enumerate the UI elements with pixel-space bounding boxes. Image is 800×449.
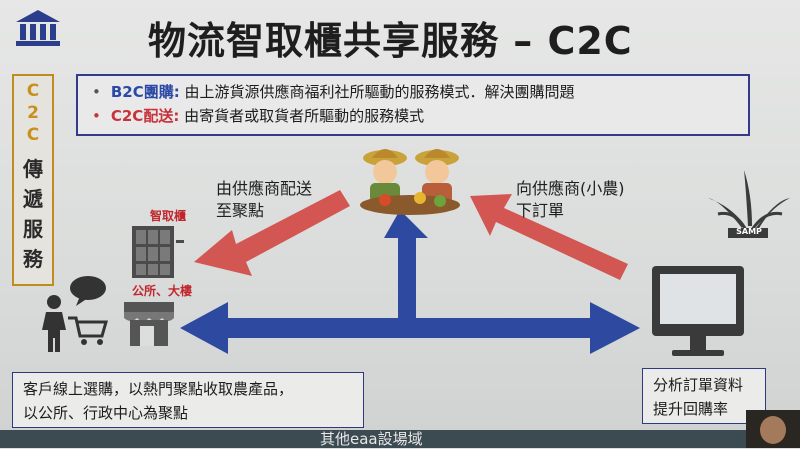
slide: 物流智取櫃共享服務 – C2C • B2C團購: 由上游貨源供應商福利社所驅動的服… xyxy=(0,0,800,448)
customer-description-box: 客戶線上選購，以熱門聚點收取農產品， 以公所、行政中心為聚點 xyxy=(12,372,364,428)
locker-icon xyxy=(132,226,184,278)
order-supplier-text: 向供應商(小農) 下訂單 xyxy=(516,179,625,220)
farmers-icon xyxy=(360,149,460,215)
supplier-delivery-text: 由供應商配送 至聚點 xyxy=(216,179,313,220)
locker-label: 智取櫃 xyxy=(150,209,187,223)
speaker-face xyxy=(760,416,786,444)
samp-logo-text: SAMP xyxy=(736,227,762,236)
computer-icon xyxy=(652,266,744,356)
footer-text: 其他eaa設場域 xyxy=(320,430,423,448)
shopper-icon xyxy=(42,276,108,352)
store-icon xyxy=(124,302,174,346)
speaker-thumbnail xyxy=(746,410,800,448)
vertical-arrow xyxy=(384,210,428,322)
office-label: 公所、大樓 xyxy=(132,284,193,298)
